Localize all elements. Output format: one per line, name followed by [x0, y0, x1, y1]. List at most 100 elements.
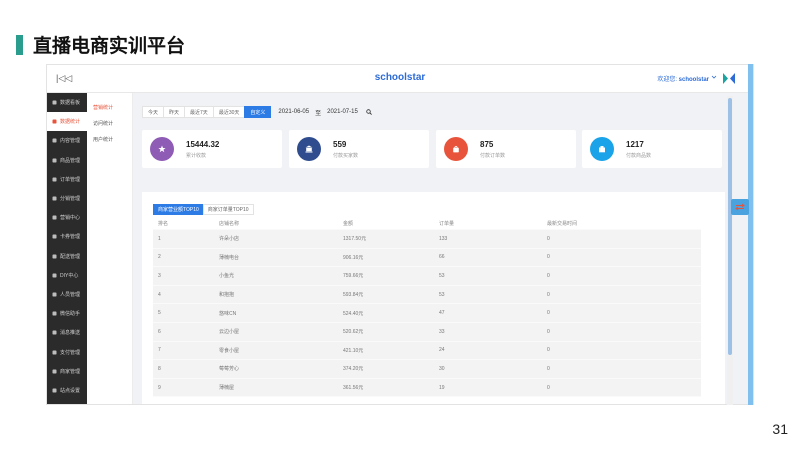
box-icon — [590, 137, 614, 161]
sidebar-item-label: 商品管理 — [60, 157, 81, 164]
stat-value: 559 — [333, 140, 347, 149]
people-icon — [51, 292, 57, 297]
sidebar-item-label: 支付管理 — [60, 349, 81, 356]
table-row: 4 和抱抱 593.84元 53 0 — [153, 285, 701, 305]
ranking-tab[interactable]: 商家营业额TOP10 — [153, 204, 204, 215]
wechat-icon — [51, 311, 57, 316]
sidebar-item-label: 订单管理 — [60, 176, 81, 183]
sidebar-item-label: 营销中心 — [60, 215, 81, 222]
sidebar-item[interactable]: 营销中心 — [47, 208, 87, 227]
table-cell: 593.84元 — [343, 292, 364, 299]
table-row: 7 零食小屋 421.10元 24 0 — [153, 341, 701, 361]
title-accent-bar — [16, 34, 23, 55]
sidebar-item[interactable]: 微信助手 — [47, 304, 87, 323]
message-icon — [51, 330, 57, 335]
welcome-prefix: 欢迎您: — [657, 77, 677, 83]
sidebar-item[interactable]: 订单管理 — [47, 170, 87, 189]
table-cell: 421.10元 — [343, 347, 364, 354]
sidebar-item[interactable]: 数据看板 — [47, 93, 87, 112]
submenu-item[interactable]: 用户统计 — [87, 131, 132, 147]
date-range-tab[interactable]: 今天 — [142, 106, 165, 118]
goods-icon — [51, 158, 57, 163]
slide-title-text: 直播电商实训平台 — [33, 36, 186, 57]
sidebar-item-label: 卡券管理 — [60, 234, 81, 241]
brand-name: schoolstar — [374, 72, 426, 83]
sidebar-item[interactable]: 配送管理 — [47, 247, 87, 266]
main-content: 今天 昨天 最近7天 最近30天 自定义 2021-06-05 至 2021-07-15… — [142, 98, 729, 404]
content-scrollbar-thumb[interactable] — [728, 98, 732, 355]
user-welcome[interactable]: 欢迎您: schoolstar — [657, 74, 709, 83]
date-range-tab[interactable]: 最近30天 — [212, 106, 246, 118]
submenu-item[interactable]: 访问统计 — [87, 115, 132, 131]
sidebar-item[interactable]: 人员管理 — [47, 285, 87, 304]
table-cell: 19 — [439, 384, 445, 391]
table-cell: 47 — [439, 310, 445, 317]
stat-card: 559 付款买家数 — [289, 130, 429, 168]
table-cell: 133 — [439, 235, 448, 242]
column-header: 排名 — [158, 221, 169, 227]
date-range-tab[interactable]: 昨天 — [163, 106, 186, 118]
stat-label: 付款商品数 — [626, 153, 652, 159]
card-icon — [51, 234, 57, 239]
sidebar-item[interactable]: 商品管理 — [47, 151, 87, 170]
sidebar-item-label: 站点设置 — [60, 387, 81, 394]
table-cell: 374.20元 — [343, 366, 364, 373]
table-cell: 33 — [439, 328, 445, 335]
table-cell: 53 — [439, 291, 445, 298]
table-cell: 0 — [547, 310, 550, 317]
window-scrollbar[interactable] — [748, 64, 753, 405]
table-cell: 1317.50元 — [343, 236, 367, 243]
table-cell: 0 — [547, 254, 550, 261]
table-row: 1 许朵小店 1317.50元 133 0 — [153, 230, 701, 249]
stat-cards: 15444.32 累计收款 559 付款买家数 875 付款订单数 1217 付款商品数 — [142, 130, 725, 168]
topbar: |◁◁ schoolstar 欢迎您: schoolstar — [47, 65, 753, 93]
username: schoolstar — [678, 77, 709, 83]
table-row: 9 薄楠屋 361.56元 19 0 — [153, 378, 701, 398]
swap-toggle-button[interactable] — [731, 199, 749, 215]
table-cell: 0 — [547, 291, 550, 298]
logo-icon — [723, 73, 735, 84]
sidebar-item[interactable]: 站点设置 — [47, 381, 87, 400]
submenu-item[interactable]: 营销统计 — [87, 99, 132, 115]
table-cell: 7 — [158, 347, 161, 354]
date-filter-bar: 今天 昨天 最近7天 最近30天 自定义 2021-06-05 至 2021-07-15 — [142, 106, 372, 118]
chart-icon — [51, 119, 57, 124]
app-window: |◁◁ schoolstar 欢迎您: schoolstar 数据看板 数据统计内… — [46, 64, 754, 405]
search-icon[interactable] — [366, 109, 372, 115]
table-cell: 云边小屋 — [219, 329, 240, 336]
sidebar-item[interactable]: 数据统计 — [47, 112, 87, 132]
submenu: 营销统计 访问统计 用户统计 — [87, 93, 133, 404]
table-cell: 24 — [439, 347, 445, 354]
chevron-down-icon[interactable] — [711, 73, 717, 81]
table-cell: 0 — [547, 328, 550, 335]
date-range-tab[interactable]: 最近7天 — [184, 106, 214, 118]
sidebar-item-label: DIY中心 — [60, 272, 79, 279]
sidebar-item[interactable]: 内容管理 — [47, 131, 87, 150]
sidebar-item[interactable]: 支付管理 — [47, 342, 87, 361]
table-cell: 0 — [547, 347, 550, 354]
end-date-input[interactable]: 2021-07-15 — [327, 109, 358, 115]
sidebar-item-label: 内容管理 — [60, 138, 81, 145]
settings-icon — [51, 388, 57, 393]
table-cell: 6 — [158, 328, 161, 335]
sidebar-item[interactable]: DIY中心 — [47, 266, 87, 285]
sidebar-item[interactable]: 商家管理 — [47, 362, 87, 381]
table-cell: 520.62元 — [343, 329, 364, 336]
stat-value: 15444.32 — [186, 140, 220, 149]
page-number: 31 — [772, 421, 788, 437]
start-date-input[interactable]: 2021-06-05 — [278, 109, 309, 115]
bank-icon — [297, 137, 321, 161]
ranking-tab[interactable]: 商家订单量TOP10 — [202, 204, 254, 215]
sidebar-item[interactable]: 消息推送 — [47, 323, 87, 342]
stat-label: 付款订单数 — [480, 153, 506, 159]
sidebar-item[interactable]: 分销管理 — [47, 189, 87, 208]
sidebar-item[interactable]: 卡券管理 — [47, 227, 87, 246]
table-row: 3 小鱼光 759.66元 53 0 — [153, 267, 701, 286]
sidebar-item-label: 商家管理 — [60, 368, 81, 375]
table-cell: 零食小屋 — [219, 347, 240, 354]
table-cell: 1 — [158, 235, 161, 242]
swap-arrows-icon — [735, 203, 745, 211]
sidebar-item-label: 配送管理 — [60, 253, 81, 260]
table-cell: 759.66元 — [343, 273, 364, 280]
date-range-tab[interactable]: 自定义 — [244, 106, 272, 118]
